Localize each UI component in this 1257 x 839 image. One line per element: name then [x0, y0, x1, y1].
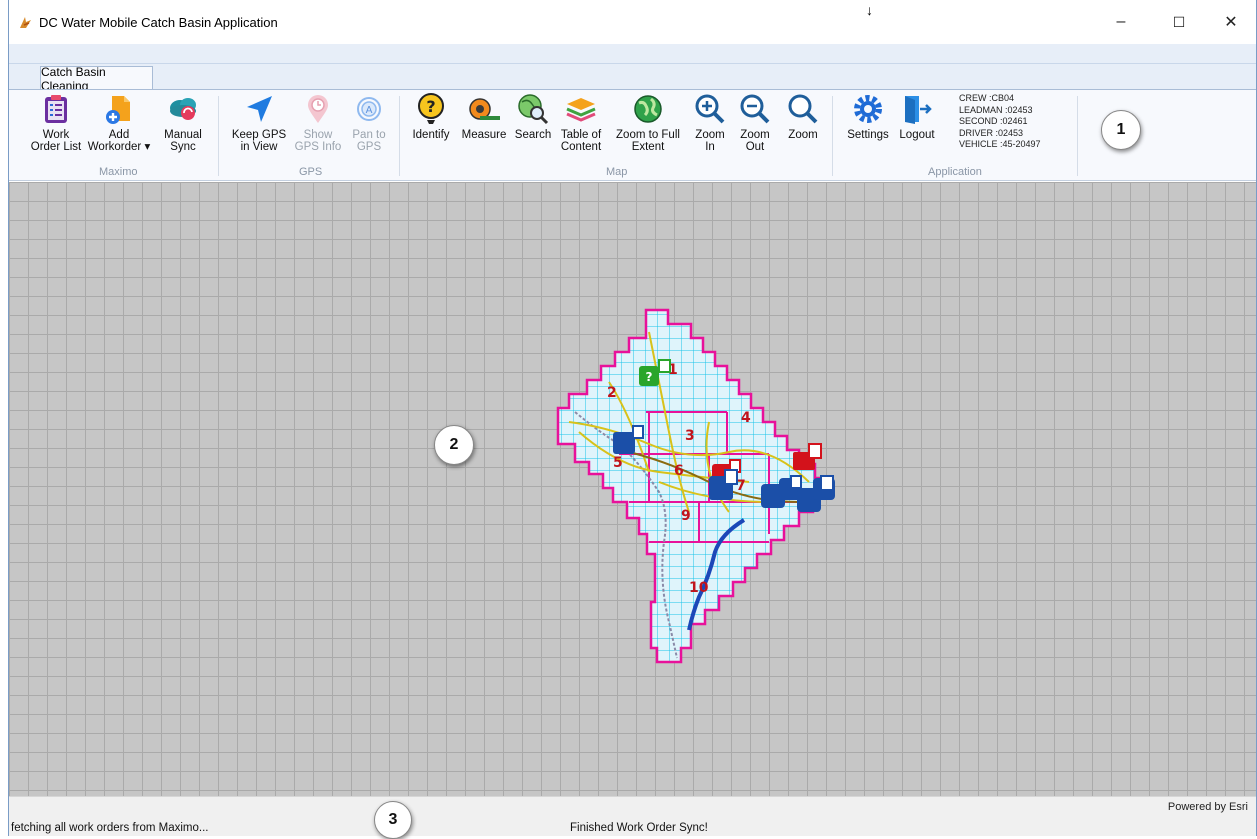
zoom-out-icon [738, 92, 772, 126]
add-workorder-label: Add Workorder ▾ [87, 129, 151, 153]
work-order-list-button[interactable]: Work Order List [26, 92, 86, 153]
cloud-sync-icon [166, 92, 200, 126]
logout-button[interactable]: Logout [895, 92, 939, 141]
keep-gps-in-view-button[interactable]: Keep GPS in View [230, 92, 288, 153]
map-view[interactable]: 1 2 3 4 5 6 7 8 9 10 ? [9, 182, 1256, 796]
table-of-content-label: Table of Content [560, 129, 602, 153]
window-title: DC Water Mobile Catch Basin Application [39, 15, 278, 30]
identify-label: Identify [412, 129, 450, 141]
identify-button[interactable]: ? Identify [407, 92, 455, 141]
group-separator [1077, 96, 1078, 176]
title-bar: DC Water Mobile Catch Basin Application … [9, 0, 1256, 44]
show-gps-info-button[interactable]: Show GPS Info [292, 92, 344, 153]
question-icon: ? [414, 92, 448, 126]
search-label: Search [514, 129, 552, 141]
callout-1: 1 [1101, 110, 1141, 150]
tab-row: Catch Basin Cleaning [9, 64, 1256, 93]
vehicle-id: VEHICLE :45-20497 [959, 139, 1041, 149]
district-label-4: 4 [741, 410, 751, 426]
settings-label: Settings [847, 129, 889, 141]
ribbon-toolbar: Work Order List Add Workorder ▾ Manual S… [9, 89, 1256, 181]
zoom-in-button[interactable]: Zoom In [691, 92, 729, 153]
close-button[interactable]: ✕ [1211, 8, 1251, 36]
second-id: SECOND :02461 [959, 116, 1028, 126]
group-separator [832, 96, 833, 176]
minimize-button[interactable]: – [1101, 8, 1141, 36]
zoom-to-full-extent-button[interactable]: Zoom to Full Extent [608, 92, 688, 153]
svg-text:?: ? [646, 370, 653, 384]
zoom-button[interactable]: Zoom [783, 92, 823, 141]
show-gps-info-label: Show GPS Info [294, 129, 342, 153]
status-message-left: fetching all work orders from Maximo... [11, 822, 209, 834]
globe-icon [631, 92, 665, 126]
pan-target-icon: A [352, 92, 386, 126]
tab-catch-basin-cleaning[interactable]: Catch Basin Cleaning [40, 65, 153, 93]
svg-text:?: ? [426, 97, 435, 116]
crew-id: CREW :CB04 [959, 93, 1015, 103]
layers-icon [564, 92, 598, 126]
work-order-list-label: Work Order List [30, 129, 82, 153]
district-label-3: 3 [685, 428, 695, 444]
svg-text:A: A [366, 105, 373, 116]
table-of-content-button[interactable]: Table of Content [555, 92, 607, 153]
maximize-button[interactable]: ☐ [1159, 8, 1199, 36]
app-window: DC Water Mobile Catch Basin Application … [8, 0, 1257, 839]
group-label-maximo: Maximo [99, 166, 138, 178]
manual-sync-label: Manual Sync [164, 129, 202, 153]
zoom-in-label: Zoom In [695, 129, 725, 153]
status-message-middle: Finished Work Order Sync! [570, 822, 708, 834]
status-bar: Powered by Esri fetching all work orders… [9, 796, 1256, 839]
callout-3: 3 [374, 801, 412, 839]
zoom-out-label: Zoom Out [740, 129, 770, 153]
location-pin-icon [301, 92, 335, 126]
group-separator [218, 96, 219, 176]
gear-icon [851, 92, 885, 126]
clipboard-icon [39, 92, 73, 126]
measure-label: Measure [461, 129, 507, 141]
dc-district-map[interactable]: 1 2 3 4 5 6 7 8 9 10 ? [9, 182, 1256, 796]
ribbon-header-strip [9, 44, 1256, 64]
app-icon [20, 17, 31, 28]
add-document-icon [102, 92, 136, 126]
callout-2: 2 [434, 425, 474, 465]
district-label-10: 10 [689, 580, 709, 596]
district-label-6: 6 [674, 463, 684, 479]
zoom-label: Zoom [788, 129, 818, 141]
crew-info-panel: CREW :CB04 LEADMAN :02453 SECOND :02461 … [959, 93, 1041, 151]
measure-tape-icon [467, 92, 501, 126]
group-separator [399, 96, 400, 176]
zoom-out-button[interactable]: Zoom Out [736, 92, 774, 153]
settings-button[interactable]: Settings [841, 92, 895, 141]
manual-sync-button[interactable]: Manual Sync [157, 92, 209, 153]
add-workorder-button[interactable]: Add Workorder ▾ [86, 92, 152, 153]
zoom-to-full-extent-label: Zoom to Full Extent [616, 129, 680, 153]
driver-id: DRIVER :02453 [959, 127, 1024, 138]
zoom-in-icon [693, 92, 727, 126]
powered-by-esri: Powered by Esri [1167, 801, 1248, 813]
district-label-9: 9 [681, 508, 691, 524]
search-button[interactable]: Search [512, 92, 554, 141]
measure-button[interactable]: Measure [458, 92, 510, 141]
globe-search-icon [516, 92, 550, 126]
pan-to-gps-label: Pan to GPS [352, 129, 386, 153]
logout-label: Logout [899, 129, 935, 141]
district-label-2: 2 [607, 385, 617, 401]
district-label-5: 5 [613, 455, 623, 471]
pan-to-gps-button[interactable]: A Pan to GPS [345, 92, 393, 153]
mouse-cursor-icon: ↓ [866, 2, 873, 18]
group-label-application: Application [928, 166, 982, 178]
marker-red[interactable] [793, 443, 822, 470]
magnifier-icon [786, 92, 820, 126]
group-label-map: Map [606, 166, 628, 178]
navigation-arrow-icon [242, 92, 276, 126]
leadman-id: LEADMAN :02453 [959, 104, 1033, 115]
logout-icon [900, 92, 934, 126]
keep-gps-in-view-label: Keep GPS in View [231, 129, 287, 153]
group-label-gps: GPS [299, 166, 323, 178]
